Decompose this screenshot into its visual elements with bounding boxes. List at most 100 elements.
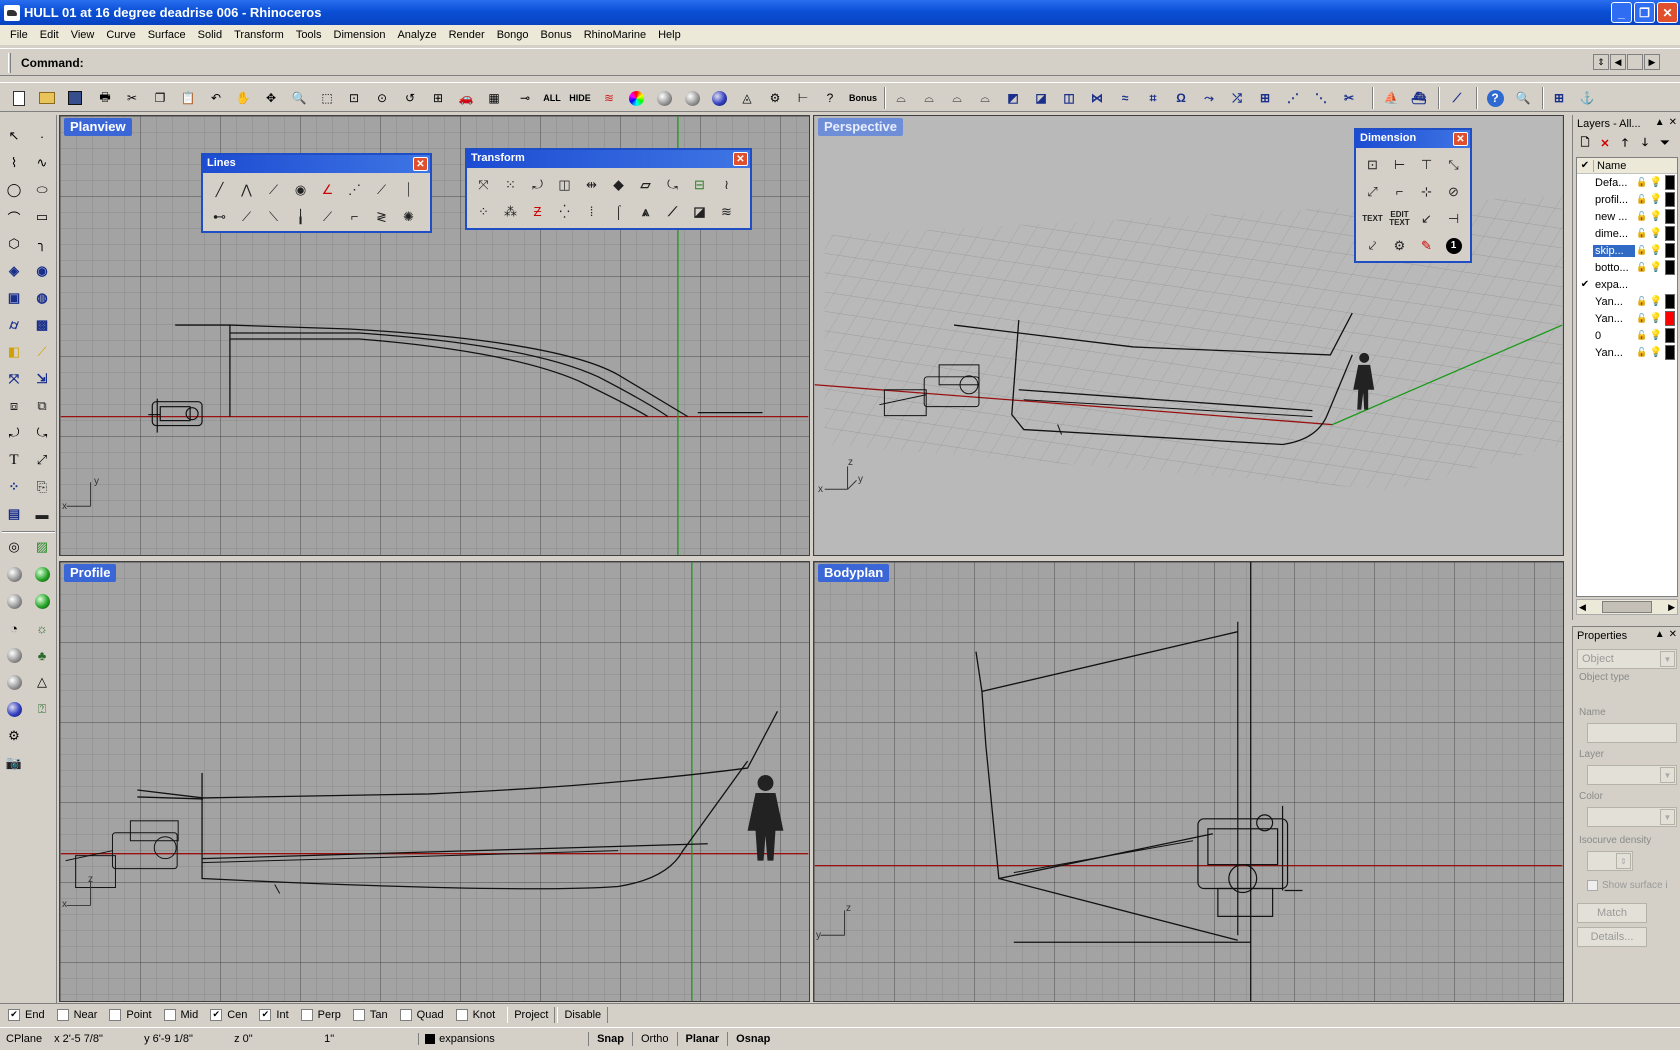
scale-icon[interactable]: ⧈: [3, 395, 25, 417]
layer-row[interactable]: skip... 🔓 💡: [1577, 242, 1677, 259]
name-column-header[interactable]: Name: [1593, 159, 1653, 172]
mirror-icon[interactable]: ⇹: [579, 172, 604, 197]
layer-color-swatch[interactable]: [1665, 192, 1675, 207]
snap-toggle[interactable]: Snap: [588, 1032, 632, 1046]
surface-corner-icon[interactable]: ◈: [3, 260, 25, 282]
color-wheel-icon[interactable]: [625, 87, 647, 109]
bend-icon[interactable]: ⊟: [687, 172, 712, 197]
sun-icon[interactable]: ☼: [31, 617, 53, 639]
current-column-icon[interactable]: ✔: [1577, 160, 1593, 171]
polyline-segments-icon[interactable]: ⋀: [234, 177, 259, 202]
decal-sphere-icon[interactable]: [3, 671, 25, 693]
copy-object-icon[interactable]: ⇲: [31, 368, 53, 390]
viewport-title-profile[interactable]: Profile: [64, 564, 117, 582]
twist-icon[interactable]: ⤿: [660, 172, 685, 197]
panel-close-icon[interactable]: ✕: [1669, 117, 1677, 128]
command-input[interactable]: [96, 54, 1596, 70]
project-button[interactable]: Project: [507, 1006, 556, 1023]
close-button[interactable]: ✕: [1657, 2, 1678, 23]
lock-icon[interactable]: 🔓: [1635, 347, 1649, 358]
menu-surface[interactable]: Surface: [142, 29, 192, 41]
cut-icon[interactable]: ✂: [121, 87, 143, 109]
copy-transform-icon[interactable]: ⁙: [498, 172, 523, 197]
options-gear-icon[interactable]: ⚙: [764, 87, 786, 109]
edit-text-button[interactable]: EDIT TEXT: [1387, 206, 1412, 231]
stretch-icon[interactable]: ⩓: [633, 199, 658, 224]
sweep-icon[interactable]: ≈: [1114, 87, 1136, 109]
transform-floating-toolbar[interactable]: Transform ✕ ⤧ ⁙ ⤾ ◫ ⇹ ◆ ⏥ ⤿ ⊟ ≀ ⁘ ⁂ Ƶ ⁛ ⁞…: [465, 148, 752, 230]
osnap-mid-checkbox[interactable]: Mid: [163, 1008, 198, 1021]
paste-icon[interactable]: 📋: [177, 87, 199, 109]
rotate-transform-icon[interactable]: ⤾: [525, 172, 550, 197]
tree-icon[interactable]: ♣: [31, 644, 53, 666]
block-icon[interactable]: ⎘: [31, 476, 53, 498]
arc-icon[interactable]: ⌒: [3, 206, 25, 228]
bonus-button[interactable]: Bonus: [848, 87, 878, 109]
align-icon[interactable]: Ƶ: [525, 199, 550, 224]
lightbulb-icon[interactable]: 💡: [1649, 296, 1663, 307]
layer-color-swatch[interactable]: [1665, 294, 1675, 309]
render-sphere-icon[interactable]: [681, 87, 703, 109]
lightbulb-icon[interactable]: 💡: [1649, 228, 1663, 239]
select-all-button[interactable]: ALL: [541, 87, 563, 109]
zoom-icon[interactable]: 🔍: [288, 87, 310, 109]
panel-collapse-icon[interactable]: ▲: [1655, 629, 1665, 640]
angle-dimension-icon[interactable]: ⊣: [1441, 206, 1466, 231]
menu-render[interactable]: Render: [443, 29, 491, 41]
marine-tools-icon[interactable]: ⚓: [1576, 87, 1598, 109]
viewport-title-planview[interactable]: Planview: [64, 118, 132, 136]
layer-color-swatch[interactable]: [1665, 243, 1675, 258]
layer-color-swatch[interactable]: [1665, 175, 1675, 190]
osnap-cen-checkbox[interactable]: ✔ Cen: [210, 1008, 247, 1021]
array-polar-icon[interactable]: ⁂: [498, 199, 523, 224]
lightbulb-icon[interactable]: 💡: [1649, 313, 1663, 324]
array-curve-icon[interactable]: ⁛: [552, 199, 577, 224]
cylinder-icon[interactable]: ⌭: [3, 314, 25, 336]
menu-view[interactable]: View: [65, 29, 101, 41]
layer-color-swatch[interactable]: [1665, 260, 1675, 275]
osnap-quad-checkbox[interactable]: Quad: [399, 1008, 444, 1021]
raytrace-sphere-icon[interactable]: [3, 698, 25, 720]
scroll-bar[interactable]: [1627, 54, 1643, 70]
leader-icon[interactable]: ↙: [1414, 206, 1439, 231]
new-file-icon[interactable]: [8, 87, 30, 109]
render-help-icon[interactable]: ⍰: [31, 698, 53, 720]
radius-dimension-icon[interactable]: ⊹: [1414, 179, 1439, 204]
fairing-icon[interactable]: ⛴: [1408, 87, 1430, 109]
disable-button[interactable]: Disable: [557, 1006, 609, 1023]
layer-name[interactable]: Yan...: [1593, 347, 1635, 359]
layer-row[interactable]: profil... 🔓 💡: [1577, 191, 1677, 208]
layer-name[interactable]: expa...: [1593, 279, 1635, 291]
help-question-icon[interactable]: ?: [819, 87, 841, 109]
select-arrow-icon[interactable]: ↖: [3, 125, 25, 147]
current-layer-pane[interactable]: expansions: [418, 1033, 588, 1045]
copy-icon[interactable]: ❐: [149, 87, 171, 109]
layer-row[interactable]: Yan... 🔓 💡: [1577, 293, 1677, 310]
layer-name[interactable]: Defa...: [1593, 177, 1635, 189]
menu-file[interactable]: File: [4, 29, 34, 41]
layer-name[interactable]: dime...: [1593, 228, 1635, 240]
layer-row[interactable]: new ... 🔓 💡: [1577, 208, 1677, 225]
save-disk-icon[interactable]: [64, 87, 86, 109]
restore-button[interactable]: ❐: [1634, 2, 1655, 23]
lightbulb-icon[interactable]: 💡: [1649, 245, 1663, 256]
line-two-point-icon[interactable]: ⊷: [207, 204, 232, 229]
line-from-midpoint-icon[interactable]: ⟋: [261, 177, 286, 202]
lines-floating-toolbar[interactable]: Lines ✕ ╱ ⋀ ⟋ ◉ ∠ ⋰ ⟋ ⏐ ⊷ ⟋ ⟍ ╽ ⟋ ⌐ ≷ ✺: [201, 153, 432, 233]
ellipse-icon[interactable]: ⬭: [31, 179, 53, 201]
undo-icon[interactable]: ↶: [205, 87, 227, 109]
dimension-close-icon[interactable]: ✕: [1453, 132, 1468, 146]
layer-name[interactable]: new ...: [1593, 211, 1635, 223]
polyline-icon[interactable]: ⌇: [3, 152, 25, 174]
boolean-union-icon[interactable]: ◍: [31, 287, 53, 309]
transform-close-icon[interactable]: ✕: [733, 152, 748, 166]
layer-color-swatch[interactable]: [1665, 328, 1675, 343]
delete-layer-icon[interactable]: ✕: [1597, 135, 1613, 151]
shaded-sphere-icon[interactable]: [653, 87, 675, 109]
light-icon[interactable]: ◬: [736, 87, 758, 109]
rebuild-icon[interactable]: ⊞: [1254, 87, 1276, 109]
menu-bonus[interactable]: Bonus: [535, 29, 578, 41]
checkbox-icon[interactable]: ✔: [210, 1008, 223, 1021]
rectangle-icon[interactable]: ▭: [31, 206, 53, 228]
make-2d-icon[interactable]: ⤦: [1360, 233, 1385, 258]
